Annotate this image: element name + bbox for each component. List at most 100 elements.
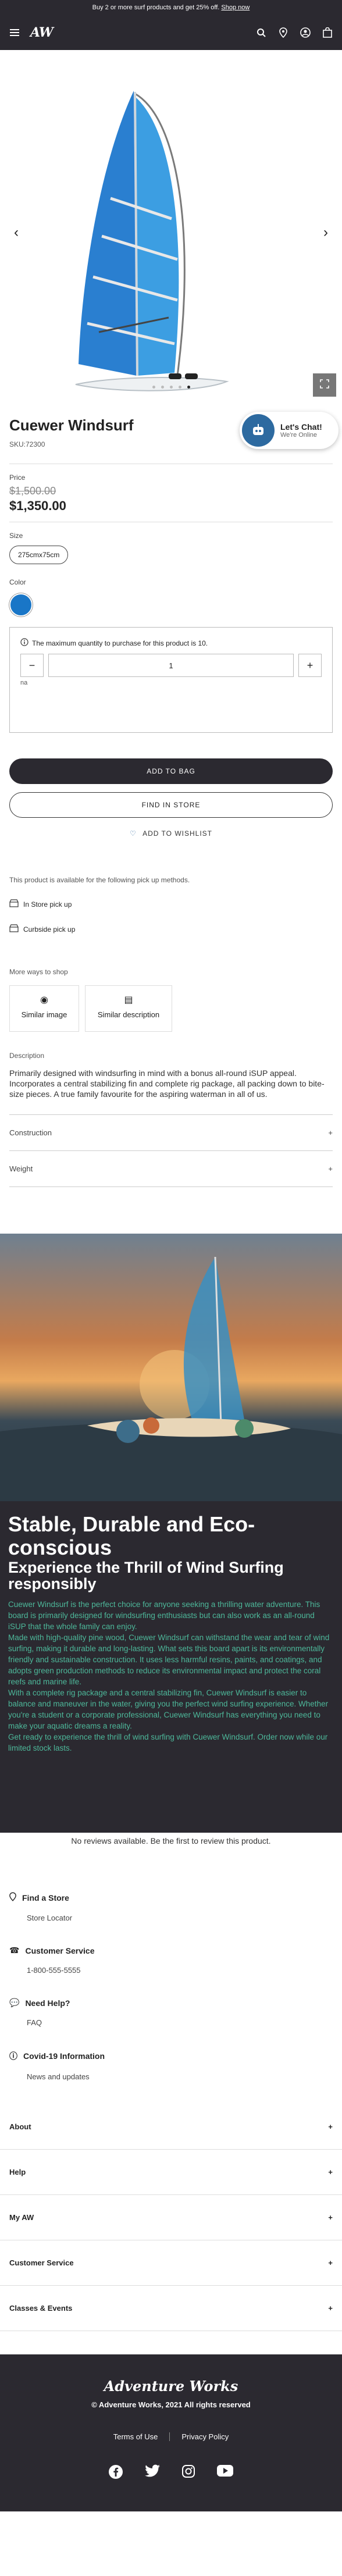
info-link-customer-service: ☎ Customer Service 1-800-555-5555 <box>0 1946 342 1975</box>
phone-icon: ☎ <box>9 1946 20 1955</box>
info-link-title: Need Help? <box>25 1998 70 2008</box>
faq-link[interactable]: FAQ <box>9 2018 333 2027</box>
plus-icon: + <box>328 2304 333 2313</box>
phone-number-link[interactable]: 1-800-555-5555 <box>9 1966 333 1975</box>
footer-accordion-classes-events[interactable]: Classes & Events + <box>0 2286 342 2331</box>
feature-heading: Stable, Durable and Eco-conscious <box>8 1512 255 1559</box>
color-label: Color <box>9 578 26 586</box>
info-links: Find a Store Store Locator ☎ Customer Se… <box>0 1892 342 2081</box>
footer-accordion-label: Classes & Events <box>9 2304 73 2313</box>
document-icon: ▤ <box>124 995 133 1005</box>
accordion-label: Weight <box>9 1164 33 1173</box>
youtube-icon[interactable] <box>216 2464 234 2482</box>
feature-paragraph: Get ready to experience the thrill of wi… <box>8 1733 328 1752</box>
pickup-in-store-label: In Store pick up <box>23 900 72 908</box>
accordion-construction[interactable]: Construction + <box>9 1115 333 1151</box>
search-icon[interactable] <box>256 27 266 38</box>
gallery-dots <box>0 386 342 389</box>
product-image <box>75 91 229 391</box>
plus-icon: + <box>328 2258 333 2267</box>
find-in-store-button[interactable]: FIND IN STORE <box>9 792 333 818</box>
reviews-empty-message: No reviews available. Be the first to re… <box>71 1836 271 1845</box>
chat-subtitle: We're Online <box>280 432 318 439</box>
plus-icon: + <box>328 2122 333 2131</box>
footer-accordion: About + Help + My AW + Customer Service + Cl… <box>0 2104 342 2331</box>
add-to-bag-button[interactable]: ADD TO BAG <box>9 758 333 784</box>
facebook-icon[interactable] <box>108 2464 123 2482</box>
more-ways-title: More ways to shop <box>9 968 68 976</box>
gallery-dot[interactable] <box>178 386 181 389</box>
info-link-find-store: Find a Store Store Locator <box>0 1892 342 1922</box>
promo-link[interactable]: Shop now <box>221 4 250 11</box>
price-label: Price <box>9 473 26 482</box>
quantity-input[interactable]: 1 <box>48 654 294 677</box>
terms-link[interactable]: Terms of Use <box>113 2432 158 2441</box>
gallery-dot[interactable] <box>161 386 164 389</box>
footer-accordion-about[interactable]: About + <box>0 2104 342 2150</box>
similar-image-button[interactable]: ◉ Similar image <box>9 985 79 1032</box>
description-text: Primarily designed with windsurfing in m… <box>9 1068 325 1099</box>
similar-image-label: Similar image <box>21 1010 67 1019</box>
eye-icon: ◉ <box>40 995 48 1005</box>
store-icon <box>9 899 19 909</box>
quantity-note: na <box>20 679 28 686</box>
gallery-dot[interactable] <box>169 386 173 389</box>
gallery-dot[interactable] <box>152 386 155 389</box>
store-locator-link[interactable]: Store Locator <box>9 1914 333 1922</box>
account-icon[interactable] <box>300 27 311 38</box>
size-label: Size <box>9 532 23 540</box>
info-link-title: Covid-19 Information <box>23 2051 105 2061</box>
info-icon: ⓘ <box>9 2051 17 2061</box>
old-price: $1,500.00 <box>9 485 56 497</box>
chat-title: Let's Chat! <box>280 422 322 432</box>
info-icon <box>20 638 28 648</box>
footer-accordion-customer-service[interactable]: Customer Service + <box>0 2240 342 2286</box>
chat-widget[interactable]: Let's Chat! We're Online <box>240 412 339 449</box>
pickup-curbside: Curbside pick up <box>9 924 333 934</box>
footer-copyright: © Adventure Works, 2021 All rights reser… <box>91 2400 251 2409</box>
add-to-wishlist-button[interactable]: ♡ ADD TO WISHLIST <box>9 829 333 838</box>
plus-icon: + <box>328 1164 333 1173</box>
accordion-weight[interactable]: Weight + <box>9 1151 333 1187</box>
footer-logo[interactable]: Adventure Works <box>0 2378 342 2395</box>
twitter-icon[interactable] <box>144 2464 161 2482</box>
chat-avatar <box>242 414 275 447</box>
site-logo[interactable]: AW <box>30 25 54 40</box>
menu-icon[interactable] <box>9 27 20 38</box>
cart-icon[interactable] <box>322 27 333 38</box>
instagram-icon[interactable] <box>181 2464 195 2482</box>
promo-banner: Buy 2 or more surf products and get 25% … <box>0 0 342 15</box>
location-icon <box>9 1892 16 1903</box>
zoom-button[interactable] <box>313 373 336 397</box>
gallery-next-button[interactable]: › <box>323 225 328 241</box>
quantity-increase-button[interactable]: + <box>298 654 322 677</box>
footer-accordion-my-aw[interactable]: My AW + <box>0 2195 342 2240</box>
pickup-curbside-label: Curbside pick up <box>23 925 76 934</box>
site-footer: Adventure Works © Adventure Works, 2021 … <box>0 2354 342 2511</box>
footer-accordion-help[interactable]: Help + <box>0 2150 342 2195</box>
heart-icon: ♡ <box>129 829 137 838</box>
footer-accordion-label: About <box>9 2122 31 2131</box>
news-link[interactable]: News and updates <box>9 2072 333 2081</box>
feature-section: Stable, Durable and Eco-conscious Experi… <box>0 1234 342 1833</box>
similar-description-label: Similar description <box>97 1010 160 1019</box>
info-link-title: Find a Store <box>22 1893 69 1902</box>
footer-accordion-label: My AW <box>9 2213 34 2222</box>
feature-paragraph: With a complete rig package and a centra… <box>8 1688 329 1730</box>
quantity-message: The maximum quantity to purchase for thi… <box>32 639 208 647</box>
similar-description-button[interactable]: ▤ Similar description <box>85 985 172 1032</box>
pickup-intro: This product is available for the follow… <box>9 876 190 884</box>
info-link-title: Customer Service <box>25 1946 95 1955</box>
plus-icon: + <box>328 2168 333 2176</box>
gallery-dot-active[interactable] <box>187 386 190 389</box>
quantity-decrease-button[interactable]: − <box>20 654 44 677</box>
description-label: Description <box>9 1052 45 1060</box>
color-swatch[interactable] <box>9 593 33 617</box>
feature-subheading: Experience the Thrill of Wind Surfing re… <box>8 1559 284 1592</box>
privacy-link[interactable]: Privacy Policy <box>181 2432 229 2441</box>
gallery-prev-button[interactable]: ‹ <box>14 225 19 241</box>
current-price: $1,350.00 <box>9 498 66 513</box>
pickup-in-store: In Store pick up <box>9 899 333 909</box>
size-option[interactable]: 275cmx75cm <box>9 546 69 564</box>
location-icon[interactable] <box>278 27 288 38</box>
